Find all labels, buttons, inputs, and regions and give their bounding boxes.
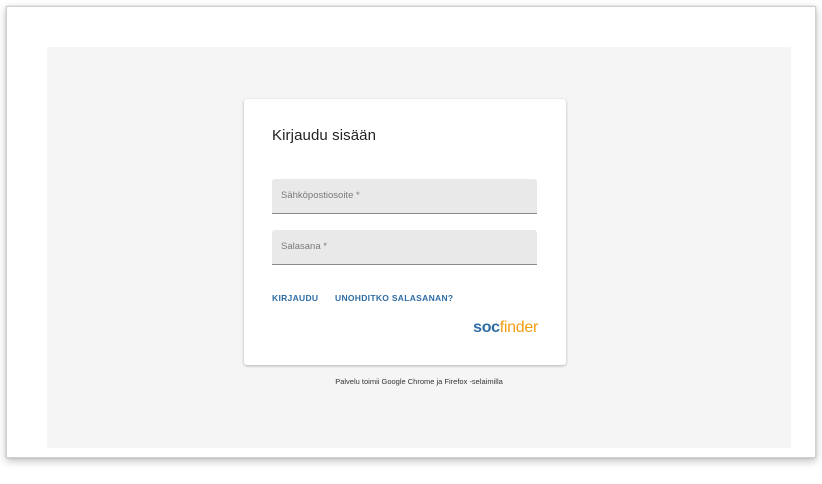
email-input[interactable] [272, 179, 541, 215]
browser-support-note: Palvelu toimii Google Chrome ja Firefox … [335, 377, 503, 386]
socfinder-logo: socfinder [473, 319, 538, 337]
page-background: Kirjaudu sisään Sähköpostiosoite * Salas… [47, 47, 791, 448]
password-field[interactable]: Salasana * [272, 230, 541, 266]
login-title: Kirjaudu sisään [272, 127, 377, 144]
login-actions: KIRJAUDU UNOHDITKO SALASANAN? [272, 293, 453, 303]
logo-soc-text: soc [473, 319, 500, 336]
email-field[interactable]: Sähköpostiosoite * [272, 179, 541, 215]
password-input[interactable] [272, 230, 541, 266]
browser-frame: Kirjaudu sisään Sähköpostiosoite * Salas… [6, 6, 816, 458]
forgot-password-button[interactable]: UNOHDITKO SALASANAN? [335, 293, 453, 303]
logo-finder-text: finder [499, 319, 539, 336]
login-button[interactable]: KIRJAUDU [272, 293, 318, 303]
login-card: Kirjaudu sisään Sähköpostiosoite * Salas… [244, 99, 566, 365]
